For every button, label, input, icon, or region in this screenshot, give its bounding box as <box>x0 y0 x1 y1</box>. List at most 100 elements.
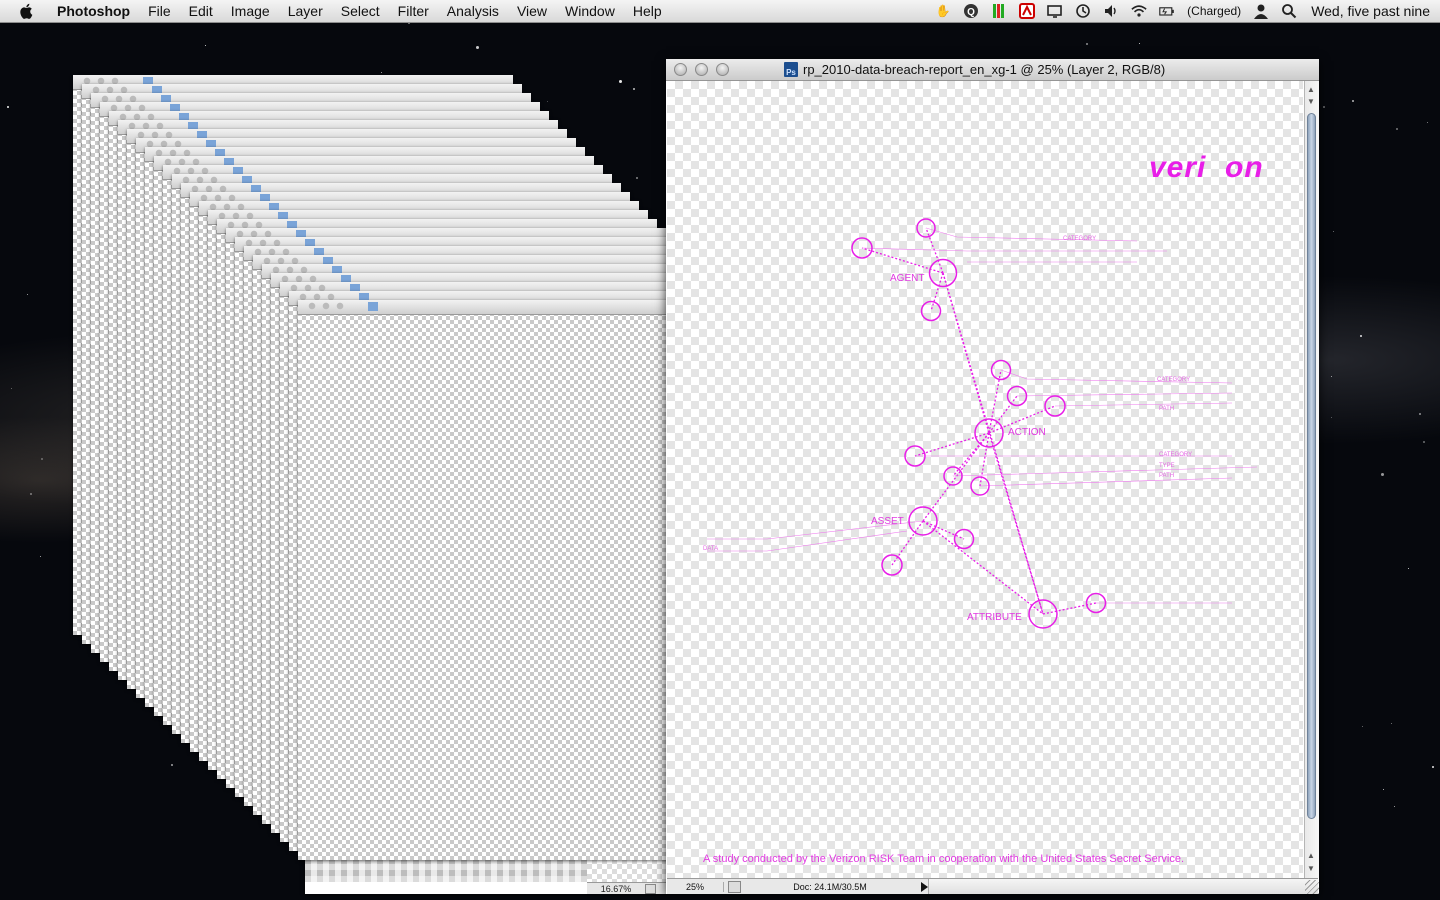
zoom-level[interactable]: 25% <box>667 881 724 892</box>
star <box>1323 106 1325 108</box>
status-menu-button[interactable] <box>728 880 741 893</box>
user-icon[interactable] <box>1253 3 1269 19</box>
star <box>1352 100 1354 102</box>
star <box>41 458 43 460</box>
zoom-level[interactable]: 16.67% <box>587 884 645 894</box>
photoshop-document-icon: Ps <box>784 62 798 77</box>
star <box>476 46 479 49</box>
connector-line <box>914 432 990 457</box>
volume-icon[interactable] <box>1103 3 1119 19</box>
status-menu-button[interactable] <box>645 884 656 894</box>
menu-bar: Photoshop File Edit Image Layer Select F… <box>0 0 1440 23</box>
window-titlebar[interactable]: Ps rp_2010-data-breach-report_en_xg-1 @ … <box>666 59 1319 81</box>
close-button[interactable] <box>674 63 687 76</box>
star <box>547 101 548 102</box>
leader-line <box>1016 392 1233 397</box>
scroll-up-arrow-icon[interactable]: ▲ <box>1307 85 1315 94</box>
star <box>1086 43 1088 45</box>
scroll-down-arrow-icon[interactable]: ▼ <box>1307 97 1315 106</box>
action-label: ACTION <box>1008 427 1046 438</box>
menu-image[interactable]: Image <box>222 0 279 22</box>
star <box>1423 441 1425 443</box>
vertical-scrollbar[interactable]: ▲ ▼ ▲ ▼ <box>1304 81 1319 878</box>
star <box>1408 568 1409 569</box>
star <box>171 764 173 766</box>
star <box>1394 806 1395 807</box>
leader-line <box>1054 402 1233 407</box>
star <box>1427 122 1428 123</box>
menu-view[interactable]: View <box>508 0 556 22</box>
leader-line <box>707 530 908 552</box>
menu-analysis[interactable]: Analysis <box>438 0 508 22</box>
svg-text:Q: Q <box>967 7 975 18</box>
horizontal-scrollbar[interactable] <box>928 879 1318 894</box>
leader-line <box>979 477 1233 487</box>
footnote-text: A study conducted by the Verizon RISK Te… <box>703 853 1185 865</box>
small-label: CATEGORY <box>1063 236 1097 242</box>
star <box>1333 231 1334 232</box>
apple-icon[interactable] <box>18 2 36 20</box>
menu-filter[interactable]: Filter <box>389 0 438 22</box>
star <box>636 177 638 179</box>
small-label: PATH <box>1159 473 1175 479</box>
q-icon[interactable]: Q <box>963 3 979 19</box>
menu-clock[interactable]: Wed, five past nine <box>1311 3 1430 19</box>
star <box>1391 723 1392 724</box>
document-window-main[interactable]: Ps rp_2010-data-breach-report_en_xg-1 @ … <box>666 59 1319 894</box>
star <box>381 72 382 73</box>
leader-line <box>925 227 1138 242</box>
star <box>30 493 32 495</box>
menu-window[interactable]: Window <box>556 0 624 22</box>
hand-icon[interactable]: ✋ <box>935 3 951 19</box>
connector-line <box>930 272 944 312</box>
menu-app-name[interactable]: Photoshop <box>48 0 139 22</box>
document-icon <box>368 302 378 311</box>
battery-graph-icon[interactable] <box>991 3 1007 19</box>
small-label: PATH <box>1159 406 1175 412</box>
time-machine-icon[interactable] <box>1075 3 1091 19</box>
menu-edit[interactable]: Edit <box>180 0 222 22</box>
document-canvas[interactable]: veri on AGENT ACTION ASSET ATTRIBUTE CAT… <box>667 81 1303 878</box>
star <box>40 556 41 557</box>
menu-file[interactable]: File <box>139 0 180 22</box>
small-label: DATA <box>703 546 719 552</box>
star <box>11 388 12 389</box>
agent-label: AGENT <box>890 273 925 284</box>
star <box>1331 376 1332 377</box>
status-bar: 25% Doc: 24.1M/30.5M <box>667 878 1318 894</box>
small-node <box>920 300 942 322</box>
battery-icon[interactable] <box>1159 3 1175 19</box>
window-buttons[interactable] <box>308 302 348 311</box>
scroll-thumb[interactable] <box>1307 113 1316 819</box>
menu-select[interactable]: Select <box>332 0 389 22</box>
scroll-down-arrow-icon[interactable]: ▼ <box>1307 864 1315 873</box>
small-label: CATEGORY <box>1157 377 1191 383</box>
adobe-icon[interactable] <box>1019 3 1036 19</box>
menu-layer[interactable]: Layer <box>279 0 332 22</box>
star <box>619 80 622 83</box>
status-bar: 16.67% <box>587 882 667 894</box>
star <box>1396 128 1398 130</box>
status-arrow-icon[interactable] <box>921 881 928 892</box>
scroll-up-arrow-icon[interactable]: ▲ <box>1307 851 1315 860</box>
star <box>1360 335 1362 337</box>
resize-handle[interactable] <box>1305 880 1319 894</box>
spotlight-search-icon[interactable] <box>1281 3 1297 19</box>
star <box>1432 766 1434 768</box>
document-size: Doc: 24.1M/30.5M <box>793 881 867 892</box>
leader-line <box>952 466 1258 477</box>
star <box>1139 43 1140 44</box>
screen-icon[interactable] <box>1047 3 1063 19</box>
asset-label: ASSET <box>871 516 904 527</box>
zoom-button[interactable] <box>716 63 729 76</box>
small-label: TYPE <box>1159 463 1175 469</box>
minimize-button[interactable] <box>695 63 708 76</box>
connector-line <box>922 520 1044 615</box>
wifi-icon[interactable] <box>1131 3 1147 19</box>
star <box>1331 417 1332 418</box>
small-label: CATEGORY <box>1159 452 1193 458</box>
star <box>1381 473 1384 476</box>
connector-line <box>891 520 924 566</box>
menu-help[interactable]: Help <box>624 0 671 22</box>
star <box>1419 413 1421 415</box>
